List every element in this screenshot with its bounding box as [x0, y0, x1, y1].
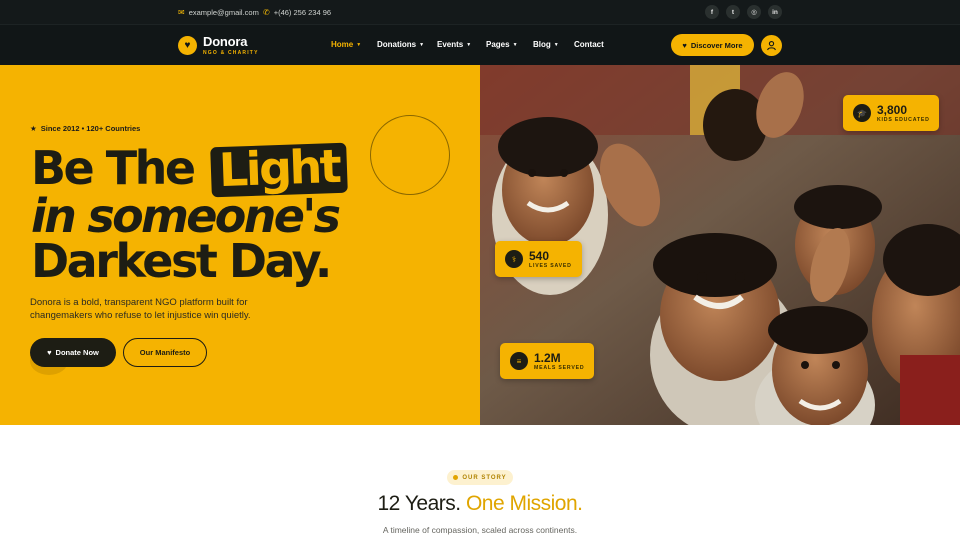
headline-line-3: Darkest Day.: [31, 234, 332, 288]
caret-down-icon: ▼: [356, 41, 362, 48]
dot-icon: [453, 475, 459, 480]
nav-events[interactable]: Events ▼: [437, 40, 471, 49]
heart-icon: ♥: [47, 348, 52, 357]
linkedin-icon[interactable]: in: [768, 5, 782, 19]
nav-donations[interactable]: Donations ▼: [377, 40, 424, 49]
story-title-accent: One Mission.: [465, 492, 583, 515]
twitter-icon[interactable]: t: [726, 5, 740, 19]
nav-home-label: Home: [331, 40, 354, 49]
discover-more-button[interactable]: ♥ Discover More: [671, 34, 754, 56]
stat-meals-served: ≡ 1.2M MEALS SERVED: [500, 343, 594, 379]
stat-value: 1.2M: [534, 350, 561, 365]
donate-now-label: Donate Now: [55, 348, 99, 357]
headline-line-2: in someone's: [31, 189, 341, 243]
caret-down-icon: ▼: [466, 41, 472, 48]
phone-contact[interactable]: ✆ +(46) 256 234 96: [263, 0, 331, 24]
hero-eyebrow: ★ Since 2012 • 120+ Countries: [30, 124, 140, 133]
email-contact[interactable]: ✉ example@gmail.com: [178, 0, 259, 24]
email-text: example@gmail.com: [188, 7, 259, 17]
phone-text: +(46) 256 234 96: [273, 7, 332, 17]
top-bar: ✉ example@gmail.com ✆ +(46) 256 234 96 f…: [0, 0, 960, 24]
hero-text-panel: ★ Since 2012 • 120+ Countries Be The Lig…: [0, 65, 480, 425]
our-manifesto-button[interactable]: Our Manifesto: [123, 338, 207, 367]
headline-line-1: Be The Light: [31, 139, 349, 198]
discover-more-label: Discover More: [690, 40, 743, 50]
heart-icon: ♥: [682, 40, 687, 50]
nav-events-label: Events: [437, 40, 464, 49]
mail-icon: ✉: [178, 7, 185, 17]
hero-lead: Donora is a bold, transparent NGO platfo…: [30, 297, 251, 321]
stat-lives-saved: ⚕ 540 LIVES SAVED: [495, 241, 582, 277]
caret-down-icon: ▼: [419, 41, 425, 48]
star-icon: ★: [30, 124, 37, 133]
caret-down-icon: ▼: [512, 41, 518, 48]
nav-donations-label: Donations: [377, 40, 417, 49]
hero-eyebrow-text: Since 2012 • 120+ Countries: [40, 124, 141, 133]
hero-photo: 🎓 3,800 KIDS EDUCATED ⚕ 540 LIVES SAVED …: [480, 65, 960, 425]
user-account-button[interactable]: [761, 35, 782, 56]
facebook-icon[interactable]: f: [705, 5, 719, 19]
stat-label: MEALS SERVED: [534, 364, 585, 371]
nav-home[interactable]: Home ▼: [331, 40, 361, 49]
our-story-badge: OUR STORY: [447, 470, 513, 485]
our-story-label: OUR STORY: [462, 474, 507, 481]
stat-label: LIVES SAVED: [529, 262, 572, 269]
decorative-circle: [370, 115, 450, 195]
user-icon: [767, 41, 776, 51]
instagram-icon[interactable]: ◎: [747, 5, 761, 19]
stat-label: KIDS EDUCATED: [877, 116, 930, 123]
graduation-cap-icon: 🎓: [853, 104, 871, 122]
nav-contact-label: Contact: [574, 40, 604, 49]
headline-part1: Be The: [31, 141, 196, 195]
donate-now-button[interactable]: ♥ Donate Now: [30, 338, 116, 367]
stat-kids-educated: 🎓 3,800 KIDS EDUCATED: [843, 95, 939, 131]
story-title: 12 Years. One Mission.: [0, 492, 960, 516]
burger-icon: ≡: [510, 352, 528, 370]
nav-contact[interactable]: Contact: [574, 40, 604, 49]
story-title-part1: 12 Years.: [377, 492, 462, 515]
main-header: ♥ Donora NGO & CHARITY Home ▼ Donations …: [0, 24, 960, 65]
heart-logo-icon[interactable]: ♥: [178, 36, 197, 55]
nav-pages[interactable]: Pages ▼: [486, 40, 518, 49]
nav-blog[interactable]: Blog ▼: [533, 40, 559, 49]
brand-tagline: NGO & CHARITY: [203, 50, 259, 56]
phone-icon: ✆: [263, 7, 270, 17]
caret-down-icon: ▼: [553, 41, 559, 48]
stat-value: 540: [529, 248, 550, 263]
nav-blog-label: Blog: [533, 40, 551, 49]
stat-value: 3,800: [877, 102, 908, 117]
brand-name[interactable]: Donora: [203, 34, 248, 49]
nav-pages-label: Pages: [486, 40, 510, 49]
story-subtitle: A timeline of compassion, scaled across …: [382, 525, 578, 535]
stethoscope-icon: ⚕: [505, 250, 523, 268]
